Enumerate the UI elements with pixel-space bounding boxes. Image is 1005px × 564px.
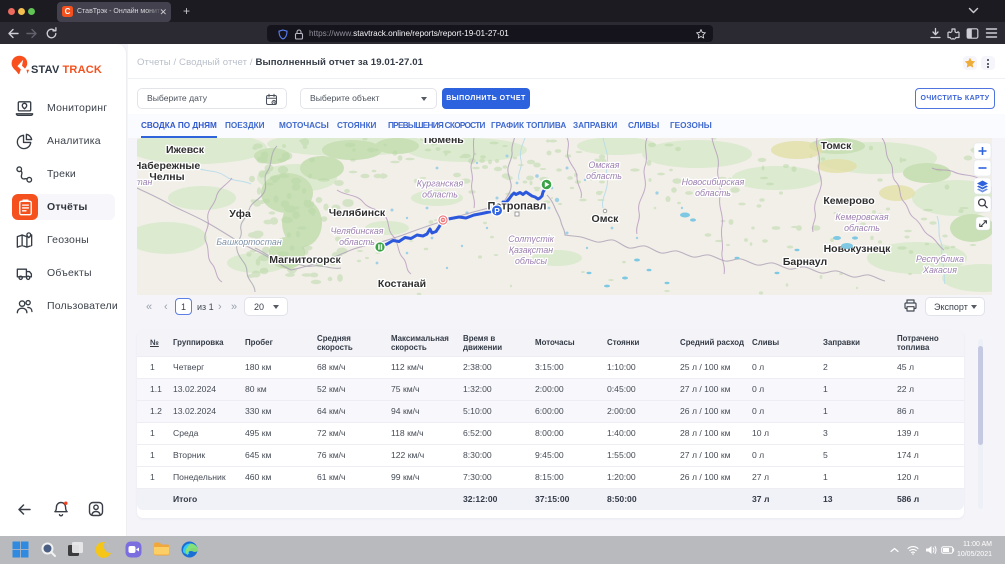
svg-text:Магнитогорск: Магнитогорск: [269, 254, 341, 266]
svg-text:Солтүстік: Солтүстік: [508, 234, 554, 244]
svg-text:STAV: STAV: [31, 64, 60, 76]
svg-text:Ижевск: Ижевск: [166, 144, 205, 156]
svg-text:Башкортостан: Башкортостан: [216, 237, 281, 247]
svg-text:Курганская: Курганская: [417, 179, 464, 189]
svg-text:область: область: [422, 190, 458, 200]
svg-text:Омск: Омск: [592, 213, 620, 225]
svg-text:P: P: [494, 206, 500, 216]
svg-text:Барнаул: Барнаул: [783, 256, 827, 268]
svg-text:область: область: [586, 171, 622, 181]
svg-text:Кемеровская: Кемеровская: [835, 212, 889, 222]
svg-text:Хакасия: Хакасия: [922, 265, 957, 275]
svg-text:Республика: Республика: [916, 254, 964, 264]
svg-text:область: область: [695, 188, 731, 198]
svg-text:область: область: [339, 237, 375, 247]
svg-text:Кемерово: Кемерово: [823, 195, 874, 207]
svg-text:Омская: Омская: [589, 160, 620, 170]
svg-text:Челны: Челны: [149, 171, 184, 183]
svg-text:облысы: облысы: [515, 256, 547, 266]
svg-text:Челябинск: Челябинск: [329, 207, 386, 219]
svg-text:Новокузнецк: Новокузнецк: [824, 243, 892, 255]
svg-text:Новосибирская: Новосибирская: [682, 177, 745, 187]
svg-text:Қазақстан: Қазақстан: [509, 245, 553, 255]
svg-text:Томск: Томск: [821, 140, 852, 152]
svg-text:область: область: [844, 223, 880, 233]
svg-text:Тюмень: Тюмень: [422, 138, 464, 146]
svg-text:Костанай: Костанай: [378, 278, 426, 290]
svg-text:стан: стан: [137, 177, 153, 187]
svg-text:TRACK: TRACK: [63, 64, 103, 76]
svg-text:Уфа: Уфа: [229, 208, 251, 220]
svg-text:Челябинская: Челябинская: [330, 226, 383, 236]
